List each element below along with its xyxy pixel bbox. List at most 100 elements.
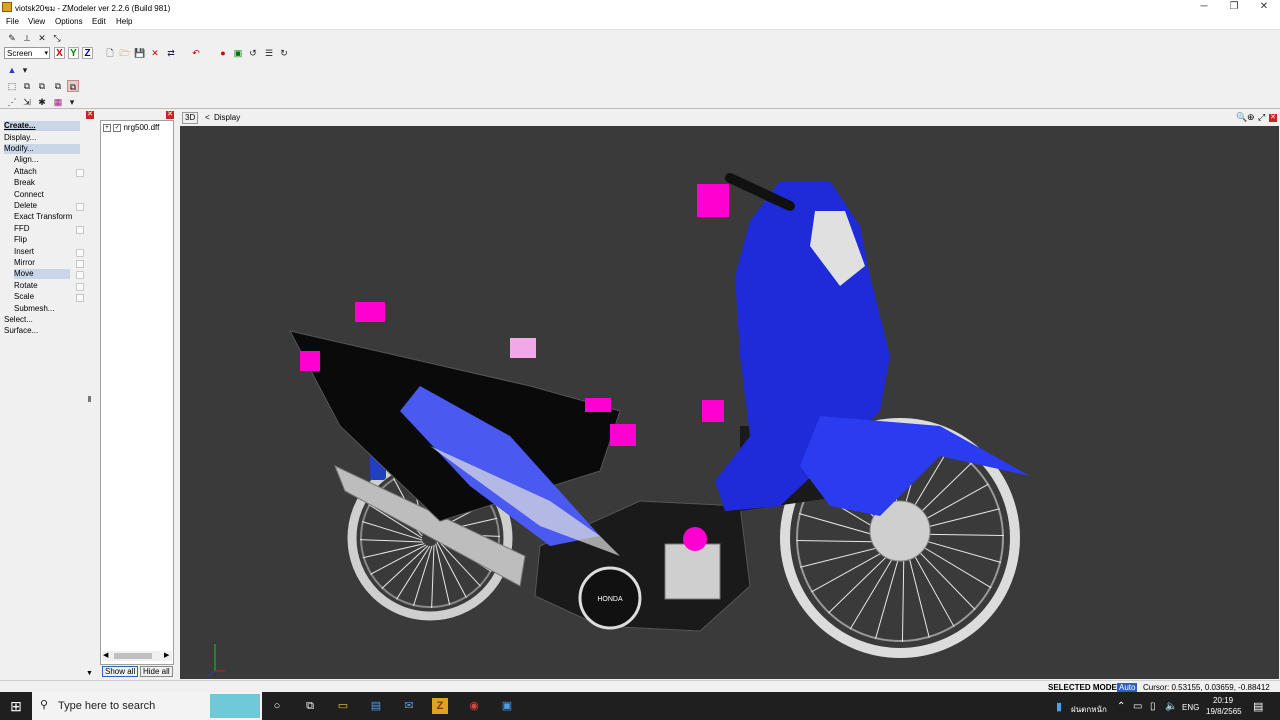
delete-icon[interactable]: ✕: [149, 47, 161, 59]
expand-icon[interactable]: +: [103, 123, 111, 132]
dummy-marker[interactable]: [585, 398, 611, 412]
command-scale[interactable]: Scale: [14, 292, 34, 302]
tree-panel-close-icon[interactable]: ✕: [166, 111, 174, 119]
visible-checkbox[interactable]: ✓: [113, 123, 122, 132]
record-icon[interactable]: ●: [217, 47, 229, 59]
hierarchy-icon[interactable]: ⋰: [6, 96, 18, 108]
command-submesh[interactable]: Submesh...: [14, 304, 54, 314]
link-icon[interactable]: ⇲: [21, 96, 33, 108]
command-flip[interactable]: Flip: [14, 235, 27, 245]
view-mode-button[interactable]: 3D: [182, 112, 199, 124]
menu-file[interactable]: File: [6, 17, 19, 26]
hide-all-button[interactable]: Hide all: [140, 666, 173, 677]
insert-option-checkbox[interactable]: [76, 249, 84, 257]
object-mode-icon[interactable]: ⧉: [52, 80, 64, 92]
command-connect[interactable]: Connect: [14, 190, 44, 200]
show-all-button[interactable]: Show all: [102, 666, 139, 677]
dropdown-arrow-icon[interactable]: ▾: [19, 64, 31, 76]
edge-mode-icon[interactable]: ⧉: [21, 80, 33, 92]
scroll-down-icon[interactable]: ▼: [86, 670, 93, 677]
command-surface[interactable]: Surface...: [4, 326, 38, 336]
face-mode-icon[interactable]: ⧉: [36, 80, 48, 92]
show-hidden-icons[interactable]: ⌃: [1117, 701, 1125, 712]
move-option-checkbox[interactable]: [76, 271, 84, 279]
command-ffd[interactable]: FFD: [14, 224, 30, 234]
pick-tool-icon[interactable]: ✎: [6, 32, 18, 44]
scroll-right-icon[interactable]: ▶: [164, 651, 169, 659]
dummy-marker[interactable]: [683, 527, 707, 551]
tree-hscrollbar[interactable]: ◀ ▶: [102, 651, 172, 661]
coordinate-select[interactable]: Screen ▾: [4, 47, 50, 59]
command-move[interactable]: Move: [14, 269, 70, 279]
file-explorer-icon[interactable]: ▭: [335, 698, 351, 714]
command-insert[interactable]: Insert: [14, 247, 34, 257]
viewport-close-icon[interactable]: ✕: [1269, 114, 1277, 122]
menu-view[interactable]: View: [28, 17, 45, 26]
render-icon[interactable]: ▣: [232, 47, 244, 59]
clock-date[interactable]: 19/8/2565: [1206, 707, 1242, 716]
attach-option-checkbox[interactable]: [76, 169, 84, 177]
zoom-extents-icon[interactable]: ⊕: [1247, 112, 1255, 123]
weather-icon[interactable]: ▮: [1056, 700, 1062, 713]
submesh-mode-icon[interactable]: ⧉: [67, 80, 79, 92]
pivot-icon[interactable]: ✱: [36, 96, 48, 108]
windows-start-icon[interactable]: ⊞: [8, 698, 24, 714]
clock-time[interactable]: 20:19: [1213, 696, 1233, 705]
open-folder-icon[interactable]: 🗁: [119, 47, 131, 59]
taskbar-search[interactable]: ⚲ Type here to search: [32, 692, 262, 720]
back-icon[interactable]: <: [205, 113, 210, 122]
vertex-mode-icon[interactable]: ⬚: [6, 80, 18, 92]
redo-icon[interactable]: ↻: [278, 47, 290, 59]
ffd-option-checkbox[interactable]: [76, 226, 84, 234]
command-select[interactable]: Select...: [4, 315, 33, 325]
command-panel-close-icon[interactable]: ✕: [86, 111, 94, 119]
delete-option-checkbox[interactable]: [76, 203, 84, 211]
merge-icon[interactable]: ⇄: [165, 47, 177, 59]
new-file-icon[interactable]: 🗋: [104, 47, 116, 59]
zmodeler-taskbar-icon[interactable]: Z: [432, 698, 448, 714]
command-delete[interactable]: Delete: [14, 201, 37, 211]
undo-history-icon[interactable]: ↶: [190, 47, 202, 59]
menu-options[interactable]: Options: [55, 17, 83, 26]
axis-y-button[interactable]: Y: [68, 47, 79, 59]
minimize-button[interactable]: ─: [1189, 0, 1219, 15]
task-view-icon[interactable]: ⧉: [302, 698, 318, 714]
axis-x-button[interactable]: X: [54, 47, 65, 59]
scale-tool-icon[interactable]: ⤡: [51, 32, 63, 44]
command-exact-transform[interactable]: Exact Transform: [14, 212, 72, 222]
command-rotate[interactable]: Rotate: [14, 281, 38, 291]
panel-splitter-grip[interactable]: [88, 396, 91, 402]
menu-help[interactable]: Help: [116, 17, 132, 26]
axis-tool-icon[interactable]: ⟂: [21, 32, 33, 44]
notifications-icon[interactable]: ▤: [1253, 700, 1263, 713]
command-attach[interactable]: Attach: [14, 167, 37, 177]
cortana-icon[interactable]: ○: [269, 698, 285, 714]
3d-viewport[interactable]: HONDA: [180, 126, 1279, 679]
battery-icon[interactable]: ▯: [1150, 701, 1156, 712]
dummy-marker[interactable]: [355, 302, 385, 322]
maximize-button[interactable]: ❐: [1219, 0, 1249, 15]
menu-edit[interactable]: Edit: [92, 17, 106, 26]
rotate-option-checkbox[interactable]: [76, 283, 84, 291]
dummy-marker[interactable]: [697, 184, 729, 217]
zoom-icon[interactable]: 🔍: [1236, 112, 1247, 123]
dummy-marker[interactable]: [610, 424, 636, 446]
command-break[interactable]: Break: [14, 178, 35, 188]
cross-tool-icon[interactable]: ✕: [36, 32, 48, 44]
keyboard-language[interactable]: ENG: [1182, 703, 1199, 712]
app-icon-blue[interactable]: ▣: [499, 698, 515, 714]
weather-banner-icon[interactable]: [210, 694, 260, 718]
command-align[interactable]: Align...: [14, 155, 38, 165]
dummy-marker[interactable]: [702, 400, 724, 422]
auto-button[interactable]: Auto: [1117, 683, 1138, 692]
close-button[interactable]: ✕: [1249, 0, 1279, 15]
material-icon[interactable]: ▦: [52, 96, 64, 108]
maximize-viewport-icon[interactable]: ⤢: [1258, 112, 1265, 123]
scroll-thumb[interactable]: [114, 653, 152, 659]
save-icon[interactable]: 💾: [134, 47, 146, 59]
volume-icon[interactable]: 🔈: [1165, 701, 1177, 712]
dummy-marker[interactable]: [300, 351, 320, 371]
chrome-icon[interactable]: ◉: [466, 698, 482, 714]
scroll-left-icon[interactable]: ◀: [103, 651, 108, 659]
command-mirror[interactable]: Mirror: [14, 258, 35, 268]
